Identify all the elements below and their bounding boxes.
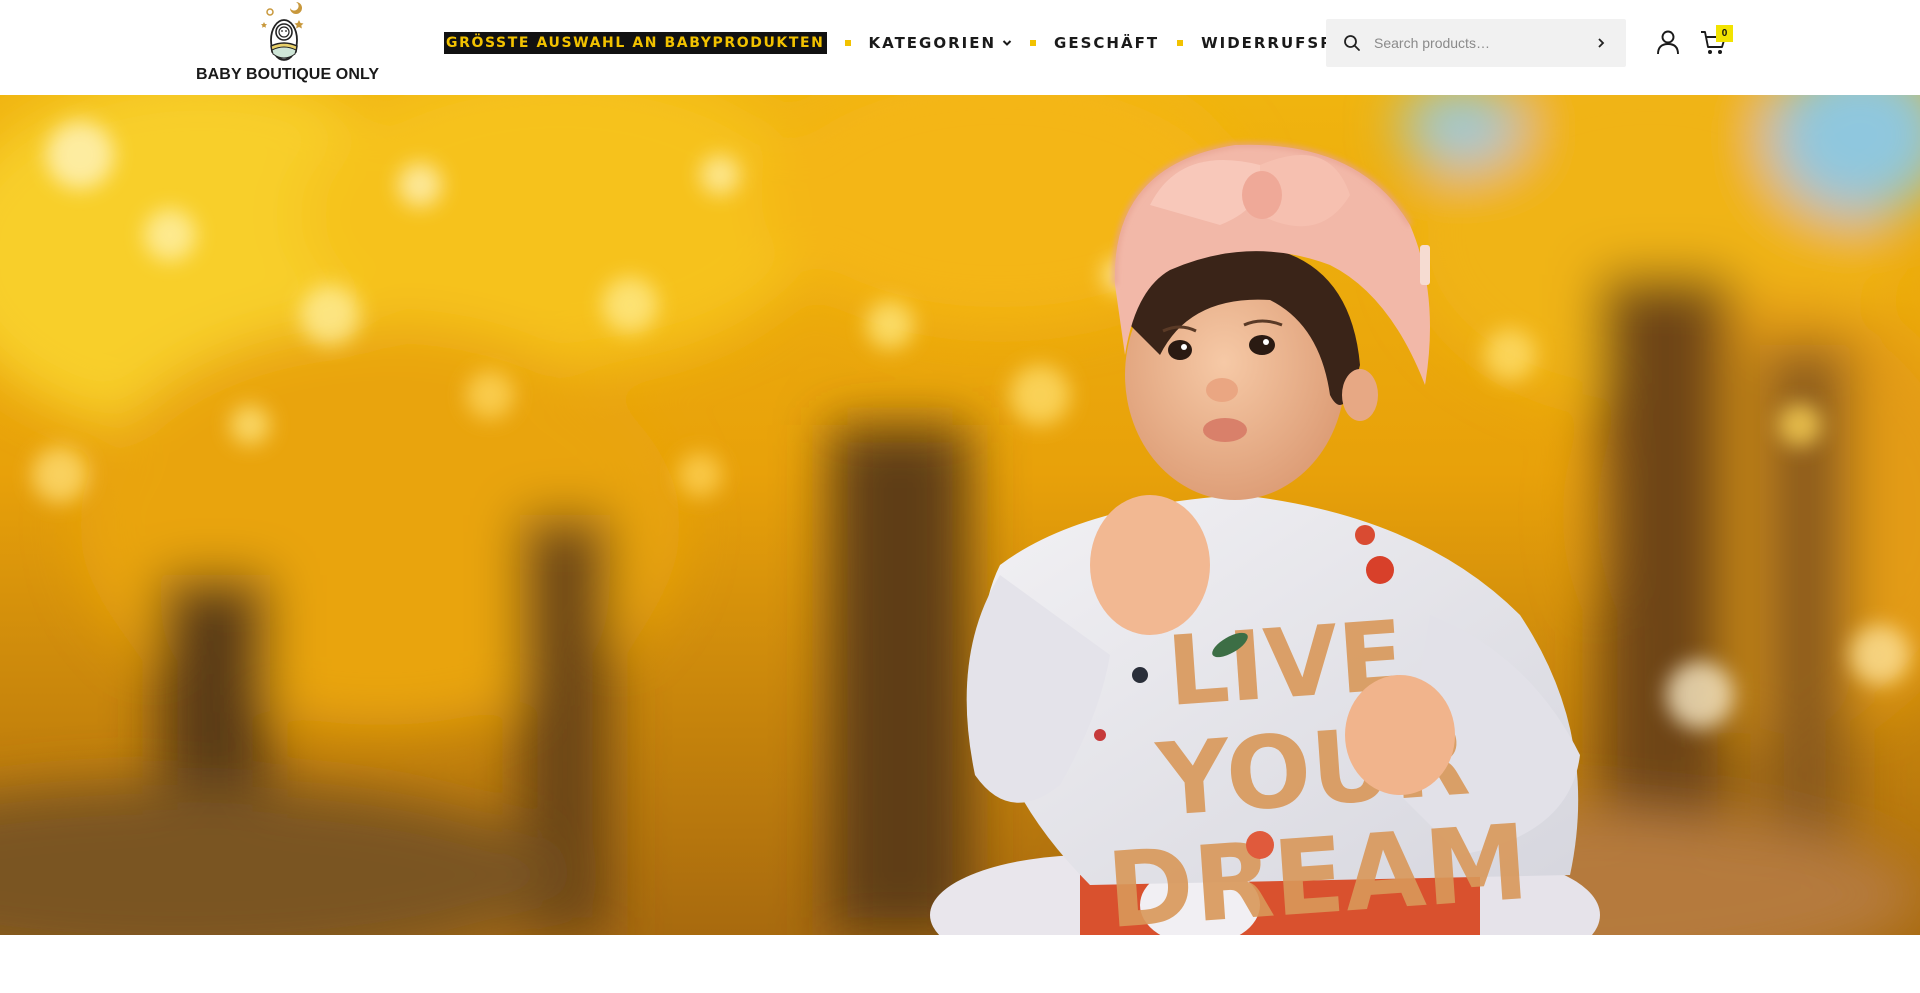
- swaddled-baby-logo-icon: [261, 2, 304, 61]
- site-logo[interactable]: BABY BOUTIQUE ONLY: [196, 0, 380, 90]
- nav-item-geschaeft[interactable]: GESCHÄFT: [1054, 34, 1159, 52]
- search-submit-button[interactable]: [1594, 36, 1608, 50]
- main-navigation: GRÖSSTE AUSWAHL AN BABYPRODUKTEN KATEGOR…: [444, 28, 1386, 58]
- chevron-right-icon: [1598, 38, 1605, 48]
- search-icon: [1344, 35, 1360, 51]
- search-input[interactable]: [1374, 19, 1584, 67]
- hero-banner: LIVE YOUR DREAM: [0, 95, 1920, 935]
- nav-separator: [1177, 40, 1184, 46]
- nav-item-kategorien-label: KATEGORIEN: [868, 34, 997, 52]
- site-header: BABY BOUTIQUE ONLY GRÖSSTE AUSWAHL AN BA…: [0, 0, 1920, 95]
- nav-item-kategorien[interactable]: KATEGORIEN: [869, 34, 1013, 52]
- cart-count-badge: 0: [1716, 25, 1733, 42]
- brand-name: BABY BOUTIQUE ONLY: [196, 66, 380, 83]
- nav-separator: [844, 40, 851, 46]
- hero-image-baby-autumn: LIVE YOUR DREAM: [0, 95, 1920, 935]
- nav-item-babyprodukten[interactable]: GRÖSSTE AUSWAHL AN BABYPRODUKTEN: [444, 32, 827, 54]
- chevron-down-icon: [1002, 40, 1012, 46]
- user-icon[interactable]: [1656, 29, 1680, 55]
- product-search: [1326, 19, 1626, 67]
- nav-separator: [1030, 40, 1037, 46]
